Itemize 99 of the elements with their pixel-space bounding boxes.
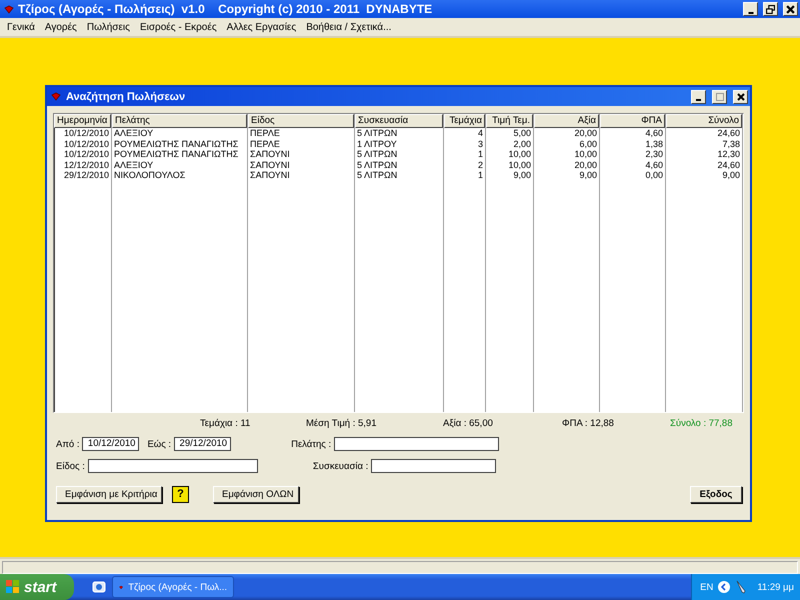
menu-item[interactable]: Αλλες Εργασίες [222,22,302,32]
column-header[interactable]: Σύνολο [666,114,742,128]
table-cell-text: 20,00 [573,160,598,170]
table-cell-text: ΣΑΠΟΥΝΙ [249,160,291,170]
table-cell-text: 10,00 [573,149,598,160]
table-cell-text: ΝΙΚΟΛΟΠΟΥΛΟΣ [113,170,186,180]
table-cell-text: 10/12/2010 [62,149,110,160]
minimize-icon [748,12,754,14]
clock: 11:29 μμ [757,582,794,592]
table-cell-text: 3 [476,138,484,149]
maximize-button[interactable] [712,90,727,104]
table-cell-text: 1 [476,170,484,180]
table-cell-text: 7,38 [721,138,741,149]
minimize-icon [696,98,701,100]
table-cell-text: 12,30 [716,149,741,160]
table-cell-text: 5 ΛΙΤΡΩΝ [356,149,398,160]
table-cell-text: 9,00 [512,170,532,180]
table-cell-text: 6,00 [578,138,598,149]
field-label: Εώς : [147,438,172,450]
table-cell-text: 5,00 [512,128,532,138]
column-header[interactable]: Συσκευασία [355,114,443,128]
column-header[interactable]: Ημερομηνία [54,114,111,128]
table-cell-text: ΣΑΠΟΥΝΙ [249,170,291,180]
table-cell-text: 0,00 [644,170,664,180]
menu-item[interactable]: Γενικά [2,22,40,32]
table-cell-text: 10/12/2010 [62,128,110,138]
column-header[interactable]: Αξία [534,114,599,128]
restore-button[interactable] [763,2,778,16]
maximize-icon [716,92,724,100]
column-header[interactable]: Τιμή Τεμ. [486,114,533,128]
total-label: Μέση Τιμή : 5,91 [306,418,378,428]
menu-item[interactable]: Αγορές [40,22,82,32]
date-field[interactable]: 29/12/2010 [174,437,232,451]
table-cell-text: 1,38 [644,138,664,149]
total-label: Τεμάχια : 11 [200,418,252,428]
table-cell-text: 9,00 [721,170,741,180]
table-cell-text: 12/12/2010 [62,160,110,170]
pen-icon[interactable] [735,580,748,594]
table-cell-text: ΣΑΠΟΥΝΙ [249,149,291,160]
help-button[interactable]: ? [172,486,189,502]
table-cell-text: 10,00 [507,149,532,160]
table-cell-text: ΑΛΕΞΙΟΥ [113,128,154,138]
close-icon [786,4,795,14]
table-cell-text: 4,60 [644,160,664,170]
table-cell-text: 5 ΛΙΤΡΩΝ [356,128,398,138]
table-cell-text: 5 ΛΙΤΡΩΝ [356,170,398,180]
exit-button[interactable]: Εξοδος [690,486,742,502]
table-cell-text: 10/12/2010 [62,138,110,149]
table-cell-text: 5 ΛΙΤΡΩΝ [356,160,398,170]
table-cell-text: 9,00 [578,170,598,180]
window-title: Τζίρος (Αγορές - Πωλήσεις) v1.0 Copyright (c) 2010 - 2011 DYNABYTE [18,2,434,16]
close-icon [736,92,744,100]
minimize-button[interactable] [691,90,706,104]
table-cell-text: 2,30 [644,149,664,160]
show-filtered-button[interactable]: Εμφάνιση με Κριτήρια [56,486,162,502]
table-cell-text: ΑΛΕΞΙΟΥ [113,160,154,170]
table-cell-text: 24,60 [716,160,741,170]
input-field[interactable] [334,437,500,451]
menu-item[interactable]: Βοήθεια / Σχετικά... [301,22,396,32]
menu-item[interactable]: Εισροές - Εκροές [134,22,222,32]
table-cell-text: 29/12/2010 [62,170,110,180]
table-cell-text: 4 [476,128,484,138]
table-cell-text: ΠΕΡΛΕ [249,128,281,138]
column-header[interactable]: ΦΠΑ [600,114,665,128]
field-label: Από : [56,438,80,450]
close-button[interactable] [733,90,748,104]
restore-icon [766,4,775,14]
column-header[interactable]: Πελάτης [112,114,247,128]
table-cell-text: 2 [476,160,484,170]
input-field[interactable] [88,459,258,473]
start-button[interactable]: start [0,574,74,600]
minimize-button[interactable] [743,2,758,16]
table-cell-text: 1 [476,149,484,160]
taskbar-window-button[interactable]: Τζίρος (Αγορές - Πωλ... [112,576,234,598]
total-label: Σύνολο : 77,88 [670,418,734,428]
date-field[interactable]: 10/12/2010 [82,437,140,451]
table-cell-text: 2,00 [512,138,532,149]
chevron-icon[interactable] [717,580,732,594]
total-label: Αξία : 65,00 [443,418,494,428]
table-cell-text: ΡΟΥΜΕΛΙΩΤΗΣ ΠΑΝΑΓΙΩΤΗΣ [113,149,240,160]
table-cell-text: ΠΕΡΛΕ [249,138,281,149]
total-label: ΦΠΑ : 12,88 [562,418,615,428]
table-cell-text: 1 ΛΙΤΡΟΥ [356,138,398,149]
close-button[interactable] [783,2,798,16]
menu-item[interactable]: Πωλήσεις [82,22,135,32]
field-label: Πελάτης : [291,438,332,450]
column-header[interactable]: Είδος [248,114,354,128]
table-cell-text: 24,60 [716,128,741,138]
show-all-button[interactable]: Εμφάνιση ΟΛΩΝ [213,486,299,502]
table-cell-text: ΡΟΥΜΕΛΙΩΤΗΣ ΠΑΝΑΓΙΩΤΗΣ [113,138,240,149]
windows-logo-icon [6,580,20,594]
column-header[interactable]: Τεμάχια [444,114,485,128]
dialog-title: Αναζήτηση Πωλήσεων [66,90,186,102]
table-cell-text: 4,60 [644,128,664,138]
field-label: Είδος : [56,460,85,472]
table-cell-text: 10,00 [507,160,532,170]
field-label: Συσκευασία : [312,460,368,472]
input-field[interactable] [371,459,496,473]
table-cell-text: 20,00 [573,128,598,138]
